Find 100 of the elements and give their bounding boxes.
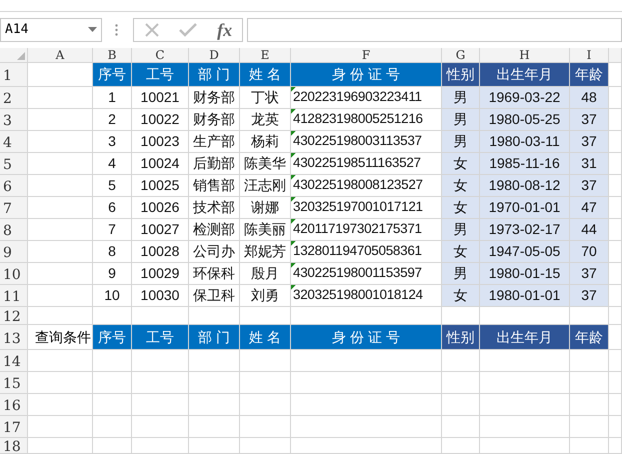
empty-cell[interactable] xyxy=(570,350,609,372)
table-cell: 47 xyxy=(570,197,609,219)
corner-header[interactable] xyxy=(0,48,28,63)
table-cell: 10030 xyxy=(132,285,189,307)
empty-cell[interactable] xyxy=(609,438,622,454)
empty-cell[interactable] xyxy=(609,394,622,416)
row-header[interactable]: 7 xyxy=(0,197,28,219)
empty-cell[interactable] xyxy=(609,350,622,372)
formula-input[interactable] xyxy=(247,18,622,42)
empty-cell[interactable] xyxy=(240,394,291,416)
row-header[interactable]: 8 xyxy=(0,219,28,241)
row-header[interactable]: 15 xyxy=(0,372,28,394)
empty-cell[interactable] xyxy=(609,241,622,263)
row-header[interactable]: 14 xyxy=(0,350,28,372)
empty-cell[interactable] xyxy=(609,325,622,350)
more-options-icon[interactable] xyxy=(115,24,118,36)
column-header[interactable]: B xyxy=(93,48,132,63)
empty-cell[interactable] xyxy=(291,350,442,372)
empty-cell[interactable] xyxy=(240,416,291,438)
column-header[interactable]: C xyxy=(132,48,189,63)
table-cell: 70 xyxy=(570,241,609,263)
row-header[interactable]: 1 xyxy=(0,63,28,87)
empty-cell[interactable] xyxy=(609,131,622,153)
empty-cell[interactable] xyxy=(93,394,132,416)
insert-function-button[interactable]: fx xyxy=(217,21,232,39)
check-icon[interactable] xyxy=(179,23,198,37)
empty-cell[interactable] xyxy=(609,87,622,109)
empty-cell[interactable] xyxy=(442,416,480,438)
row-header[interactable]: 11 xyxy=(0,285,28,307)
row-header[interactable]: 16 xyxy=(0,394,28,416)
empty-cell[interactable] xyxy=(609,219,622,241)
empty-cell[interactable] xyxy=(609,175,622,197)
empty-cell[interactable] xyxy=(291,416,442,438)
empty-cell[interactable] xyxy=(570,372,609,394)
empty-cell[interactable] xyxy=(570,416,609,438)
column-header[interactable]: G xyxy=(442,48,480,63)
empty-cell[interactable] xyxy=(93,372,132,394)
empty-cell[interactable] xyxy=(609,307,622,325)
empty-cell[interactable] xyxy=(291,438,442,454)
empty-cell[interactable] xyxy=(291,372,442,394)
empty-cell[interactable] xyxy=(442,394,480,416)
empty-cell[interactable] xyxy=(132,394,189,416)
empty-cell[interactable] xyxy=(480,372,570,394)
empty-cell[interactable] xyxy=(442,350,480,372)
empty-cell[interactable] xyxy=(609,416,622,438)
empty-cell[interactable] xyxy=(480,350,570,372)
empty-cell[interactable] xyxy=(480,416,570,438)
empty-cell[interactable] xyxy=(480,394,570,416)
empty-cell[interactable] xyxy=(291,394,442,416)
column-header[interactable]: E xyxy=(240,48,291,63)
empty-cell[interactable] xyxy=(609,263,622,285)
row-header[interactable]: 3 xyxy=(0,109,28,131)
table-cell: 10023 xyxy=(132,131,189,153)
row-header[interactable]: 13 xyxy=(0,325,28,350)
empty-cell[interactable] xyxy=(189,394,240,416)
select-all-icon[interactable] xyxy=(17,52,25,60)
row-header[interactable]: 9 xyxy=(0,241,28,263)
empty-cell[interactable] xyxy=(240,372,291,394)
empty-cell[interactable] xyxy=(480,438,570,454)
empty-cell[interactable] xyxy=(93,438,132,454)
empty-cell[interactable] xyxy=(609,285,622,307)
empty-cell[interactable] xyxy=(189,350,240,372)
empty-cell[interactable] xyxy=(132,350,189,372)
row-header[interactable]: 6 xyxy=(0,175,28,197)
empty-cell[interactable] xyxy=(609,109,622,131)
row-header[interactable]: 2 xyxy=(0,87,28,109)
column-header[interactable] xyxy=(609,48,622,63)
empty-cell[interactable] xyxy=(570,394,609,416)
table-cell: 1980-08-12 xyxy=(480,175,570,197)
row-header[interactable]: 12 xyxy=(0,307,28,325)
empty-cell[interactable] xyxy=(132,372,189,394)
column-header[interactable]: H xyxy=(480,48,570,63)
cancel-icon[interactable] xyxy=(144,22,160,38)
empty-cell[interactable] xyxy=(609,372,622,394)
row-header[interactable]: 5 xyxy=(0,153,28,175)
row-header[interactable]: 18 xyxy=(0,438,28,454)
dropdown-icon[interactable] xyxy=(88,27,97,33)
column-header[interactable]: F xyxy=(291,48,442,63)
row-header[interactable]: 17 xyxy=(0,416,28,438)
empty-cell[interactable] xyxy=(240,438,291,454)
empty-cell[interactable] xyxy=(189,438,240,454)
empty-cell[interactable] xyxy=(132,438,189,454)
empty-cell[interactable] xyxy=(442,438,480,454)
empty-cell[interactable] xyxy=(609,197,622,219)
empty-cell[interactable] xyxy=(132,416,189,438)
table-cell: 1947-05-05 xyxy=(480,241,570,263)
row-header[interactable]: 4 xyxy=(0,131,28,153)
empty-cell[interactable] xyxy=(93,350,132,372)
name-box[interactable]: A14 xyxy=(0,18,102,42)
empty-cell[interactable] xyxy=(189,416,240,438)
empty-cell[interactable] xyxy=(240,350,291,372)
column-header[interactable]: D xyxy=(189,48,240,63)
empty-cell[interactable] xyxy=(609,153,622,175)
column-header[interactable]: I xyxy=(570,48,609,63)
empty-cell[interactable] xyxy=(93,416,132,438)
empty-cell[interactable] xyxy=(442,372,480,394)
column-header[interactable]: A xyxy=(28,48,93,63)
empty-cell[interactable] xyxy=(570,438,609,454)
row-header[interactable]: 10 xyxy=(0,263,28,285)
empty-cell[interactable] xyxy=(189,372,240,394)
